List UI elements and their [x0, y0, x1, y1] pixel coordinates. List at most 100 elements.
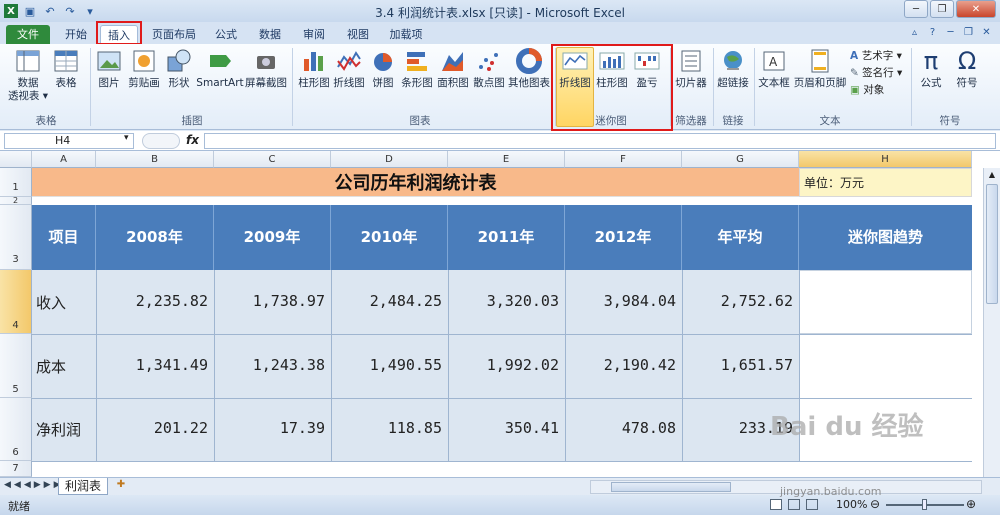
symbol-button[interactable]: Ω 符号	[950, 47, 984, 90]
pie-chart-button[interactable]: 饼图	[368, 47, 398, 90]
cell-e5[interactable]: 1,992.02	[448, 356, 559, 374]
cell-b6[interactable]: 201.22	[96, 419, 208, 437]
name-box[interactable]: H4	[4, 133, 134, 149]
cell-e6[interactable]: 350.41	[448, 419, 559, 437]
fx-icon[interactable]: fx	[186, 133, 199, 147]
cell-d6[interactable]: 118.85	[331, 419, 442, 437]
cell-c4[interactable]: 1,738.97	[214, 292, 325, 310]
hyperlink-button[interactable]: 超链接	[714, 47, 752, 90]
cell-b4[interactable]: 2,235.82	[96, 292, 208, 310]
cell-b5[interactable]: 1,341.49	[96, 356, 208, 374]
header-footer-button[interactable]: 页眉和页脚	[792, 47, 848, 90]
clipart-button[interactable]: 剪贴画	[126, 47, 162, 90]
scroll-thumb[interactable]	[986, 184, 998, 304]
row-label-income[interactable]: 收入	[36, 292, 66, 313]
scroll-up-arrow[interactable]: ▲	[984, 168, 1000, 182]
row-header-5[interactable]: 5	[0, 334, 32, 398]
sheet-tab-active[interactable]: 利润表	[58, 478, 108, 495]
sheet-nav-arrows[interactable]: ◀◀◀▶▶▶	[4, 480, 64, 490]
header-cell-sparkline[interactable]: 迷你图趋势	[799, 205, 972, 270]
hscroll-thumb[interactable]	[611, 482, 731, 492]
header-cell-2010[interactable]: 2010年	[331, 205, 448, 270]
formula-divider-handle[interactable]	[142, 133, 180, 149]
column-header-g[interactable]: G	[682, 151, 799, 168]
cell-g4[interactable]: 2,752.62	[682, 292, 793, 310]
cell-f6[interactable]: 478.08	[565, 419, 676, 437]
slicer-button[interactable]: 切片器	[672, 47, 710, 90]
zoom-out-icon[interactable]: ⊖	[870, 497, 880, 511]
page-layout-view-icon[interactable]	[788, 499, 800, 510]
signature-line-button[interactable]: ✎ 签名行 ▾	[850, 65, 902, 82]
row-header-3[interactable]: 3	[0, 205, 32, 270]
header-cell-item[interactable]: 项目	[32, 205, 96, 270]
header-cell-2012[interactable]: 2012年	[565, 205, 682, 270]
header-cell-2009[interactable]: 2009年	[214, 205, 331, 270]
row-label-cost[interactable]: 成本	[36, 356, 66, 377]
title-cell[interactable]: 公司历年利润统计表	[32, 168, 799, 197]
help-icon[interactable]: ?	[925, 25, 940, 40]
spreadsheet-grid[interactable]: A B C D E F G H 1 2 3 4 5 6 7 公司历年利润统计表 …	[0, 151, 1000, 477]
vertical-scrollbar[interactable]: ▲	[983, 168, 1000, 477]
header-cell-2011[interactable]: 2011年	[448, 205, 565, 270]
doc-restore-icon[interactable]: ❐	[961, 25, 976, 40]
row-header-7[interactable]: 7	[0, 461, 32, 477]
namebox-dropdown-icon[interactable]: ▾	[124, 133, 129, 143]
textbox-button[interactable]: A 文本框	[756, 47, 792, 90]
tab-addins[interactable]: 加载项	[384, 25, 428, 44]
scatter-chart-button[interactable]: 散点图	[472, 47, 506, 90]
row-header-4[interactable]: 4	[0, 270, 32, 334]
doc-close-icon[interactable]: ✕	[979, 25, 994, 40]
restore-button[interactable]: ❐	[930, 0, 954, 18]
equation-button[interactable]: π 公式	[914, 47, 948, 90]
object-button[interactable]: ▣ 对象	[850, 82, 902, 99]
zoom-level[interactable]: 100%	[836, 498, 867, 511]
insert-sheet-icon[interactable]: ✚	[112, 479, 130, 494]
row-header-2[interactable]: 2	[0, 197, 32, 205]
wordart-button[interactable]: A 艺术字 ▾	[850, 48, 902, 65]
shapes-button[interactable]: 形状	[164, 47, 194, 90]
column-chart-button[interactable]: 柱形图	[296, 47, 332, 90]
pivot-table-button[interactable]: 数据 透视表 ▾	[6, 47, 50, 103]
cell-f4[interactable]: 3,984.04	[565, 292, 676, 310]
ribbon-minimize-icon[interactable]: ▵	[907, 25, 922, 40]
other-charts-button[interactable]: 其他图表	[506, 47, 552, 90]
formula-input[interactable]	[204, 133, 996, 149]
column-header-c[interactable]: C	[214, 151, 331, 168]
cell-c6[interactable]: 17.39	[214, 419, 325, 437]
close-button[interactable]: ✕	[956, 0, 996, 18]
zoom-slider-thumb[interactable]	[922, 499, 927, 510]
cell-e4[interactable]: 3,320.03	[448, 292, 559, 310]
normal-view-icon[interactable]	[770, 499, 782, 510]
column-header-f[interactable]: F	[565, 151, 682, 168]
screenshot-button[interactable]: 屏幕截图	[244, 47, 288, 90]
select-all-corner[interactable]	[0, 151, 32, 168]
cell-g5[interactable]: 1,651.57	[682, 356, 793, 374]
area-chart-button[interactable]: 面积图	[436, 47, 470, 90]
table-button[interactable]: 表格	[50, 47, 82, 90]
column-header-a[interactable]: A	[32, 151, 96, 168]
line-chart-button[interactable]: 折线图	[332, 47, 366, 90]
tab-page-layout[interactable]: 页面布局	[146, 25, 202, 44]
bar-chart-button[interactable]: 条形图	[400, 47, 434, 90]
zoom-in-icon[interactable]: ⊕	[966, 497, 976, 511]
selected-cell-h4[interactable]	[799, 270, 972, 334]
cell-f5[interactable]: 2,190.42	[565, 356, 676, 374]
row-label-net-profit[interactable]: 净利润	[36, 419, 81, 440]
tab-review[interactable]: 审阅	[296, 25, 332, 44]
doc-minimize-icon[interactable]: ─	[943, 25, 958, 40]
header-cell-average[interactable]: 年平均	[682, 205, 799, 270]
cell-c5[interactable]: 1,243.38	[214, 356, 325, 374]
picture-button[interactable]: 图片	[94, 47, 124, 90]
column-header-h[interactable]: H	[799, 151, 972, 168]
tab-formulas[interactable]: 公式	[208, 25, 244, 44]
cell-d4[interactable]: 2,484.25	[331, 292, 442, 310]
header-cell-2008[interactable]: 2008年	[96, 205, 214, 270]
smartart-button[interactable]: SmartArt	[196, 47, 244, 90]
page-break-view-icon[interactable]	[806, 499, 818, 510]
row-header-1[interactable]: 1	[0, 168, 32, 197]
tab-view[interactable]: 视图	[340, 25, 376, 44]
tab-file[interactable]: 文件	[6, 25, 50, 44]
column-header-d[interactable]: D	[331, 151, 448, 168]
row-header-6[interactable]: 6	[0, 398, 32, 461]
minimize-button[interactable]: ─	[904, 0, 928, 18]
